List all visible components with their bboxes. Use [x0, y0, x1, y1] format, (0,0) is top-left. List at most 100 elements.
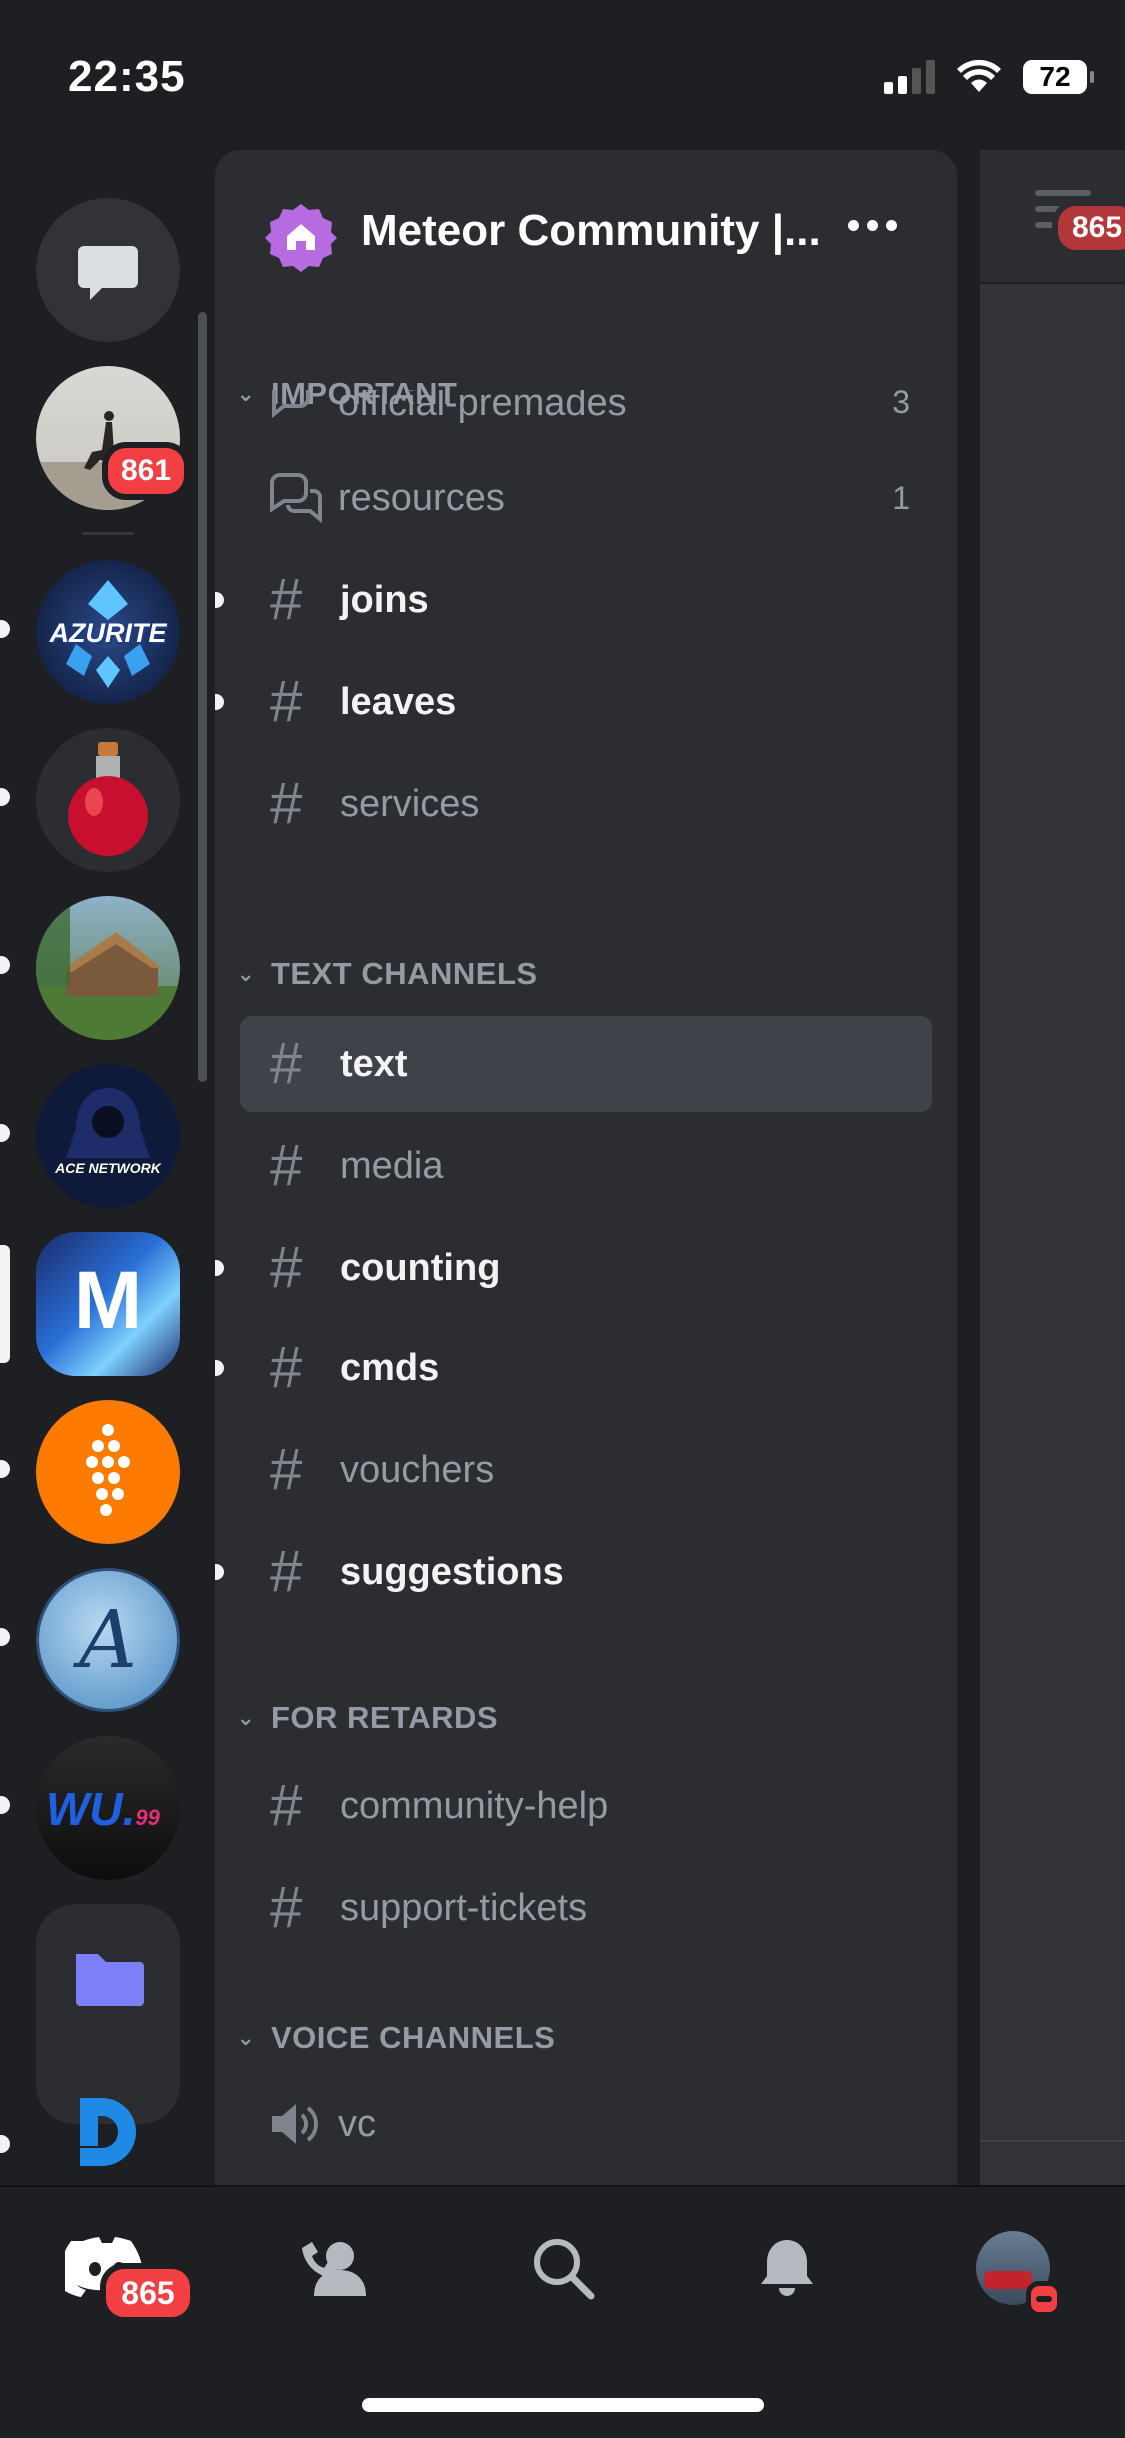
hash-icon: # — [270, 669, 303, 734]
dnd-status-icon — [1026, 2281, 1062, 2317]
server-ace-network[interactable]: ACE NETWORK — [36, 1064, 180, 1208]
channel-label: counting — [340, 1246, 501, 1289]
rail-scrollbar[interactable] — [198, 312, 207, 1082]
hash-icon: # — [270, 1437, 303, 1502]
battery-indicator: 72 — [1023, 60, 1094, 94]
channel-label: community-help — [340, 1784, 609, 1827]
chat-bubble-icon — [78, 246, 138, 300]
channel-label: text — [340, 1042, 408, 1085]
server-azurite[interactable]: AZURITE — [36, 560, 180, 704]
channel-label: vc — [338, 2102, 376, 2145]
hash-icon: # — [270, 1235, 303, 1300]
channel-joins[interactable]: # joins — [215, 552, 932, 648]
channel-count: 1 — [892, 479, 910, 516]
unread-indicator — [0, 1796, 10, 1814]
direct-messages-button[interactable] — [36, 198, 180, 342]
status-time: 22:35 — [68, 52, 186, 101]
server-meteor[interactable]: M — [36, 1232, 180, 1376]
unread-indicator — [0, 2135, 10, 2153]
server-unread-badge: 861 — [102, 442, 190, 500]
server-name[interactable]: Meteor Community |... — [361, 206, 821, 256]
hash-icon: # — [270, 771, 303, 836]
server-header[interactable]: Meteor Community |... — [215, 150, 957, 290]
channel-resources[interactable]: resources 1 — [240, 450, 932, 546]
channel-label: cmds — [340, 1346, 440, 1389]
channel-count: 3 — [892, 390, 910, 420]
search-icon — [534, 2239, 595, 2300]
channel-suggestions[interactable]: # suggestions — [215, 1524, 932, 1620]
wu-wordmark: WU.99 — [46, 1783, 160, 1835]
nav-friends-button[interactable] — [290, 2223, 380, 2313]
home-unread-badge: 865 — [100, 2263, 196, 2323]
channel-community-help[interactable]: # community-help — [240, 1758, 932, 1854]
channel-counting[interactable]: # counting — [215, 1220, 932, 1316]
home-indicator[interactable] — [362, 2398, 764, 2412]
hash-icon: # — [270, 1335, 303, 1400]
hooded-figure-icon — [66, 1088, 150, 1158]
nav-search-button[interactable] — [518, 2223, 608, 2313]
unread-dot — [215, 592, 224, 608]
server-cabin[interactable] — [36, 896, 180, 1040]
channel-label: official-premades — [338, 390, 627, 424]
nav-notifications-button[interactable] — [742, 2223, 832, 2313]
azurite-wordmark: AZURITE — [49, 618, 167, 648]
hash-icon: # — [270, 1539, 303, 1604]
server-potion[interactable] — [36, 728, 180, 872]
channel-vc[interactable]: vc — [240, 2076, 932, 2172]
hash-icon: # — [270, 1773, 303, 1838]
category-label: FOR RETARDS — [271, 1700, 499, 1735]
channel-label: support-tickets — [340, 1886, 588, 1929]
channel-label: vouchers — [340, 1448, 495, 1491]
unread-indicator — [0, 620, 10, 638]
channel-official-premades[interactable]: official-premades 3 — [240, 390, 932, 446]
a-logo: A — [79, 1593, 137, 1686]
channel-label: suggestions — [340, 1550, 564, 1593]
server-rail[interactable]: 861 AZURITE ACE NETWORK M A WU.99 — [0, 150, 215, 2185]
rail-divider — [82, 532, 134, 535]
chat-peek-header: 865 — [980, 150, 1125, 284]
channel-text[interactable]: # text — [240, 1016, 932, 1112]
channel-label: joins — [340, 578, 429, 621]
server-orange[interactable] — [36, 1400, 180, 1544]
channel-support-tickets[interactable]: # support-tickets — [240, 1860, 932, 1956]
category-voice-channels[interactable]: ⌄ VOICE CHANNELS — [231, 2016, 555, 2060]
category-label: TEXT CHANNELS — [271, 956, 538, 991]
forum-icon — [268, 473, 338, 523]
category-text-channels[interactable]: ⌄ TEXT CHANNELS — [231, 952, 538, 996]
hash-icon: # — [270, 1031, 303, 1096]
channel-services[interactable]: # services — [240, 756, 932, 852]
hash-icon: # — [270, 1133, 303, 1198]
friends-icon — [302, 2242, 366, 2296]
channel-leaves[interactable]: # leaves — [215, 654, 932, 750]
more-options-icon[interactable] — [848, 220, 897, 231]
channel-media[interactable]: # media — [240, 1118, 932, 1214]
cabin-landscape-icon — [36, 896, 180, 1040]
chevron-down-icon: ⌄ — [236, 1705, 256, 1730]
unread-indicator — [0, 1124, 10, 1142]
nav-profile-button[interactable] — [968, 2223, 1062, 2317]
channel-label: services — [340, 782, 480, 825]
server-a[interactable]: A — [36, 1568, 180, 1712]
unread-indicator — [0, 1628, 10, 1646]
category-for-retards[interactable]: ⌄ FOR RETARDS — [231, 1696, 498, 1740]
channel-label: leaves — [340, 680, 457, 723]
selected-server-indicator — [0, 1245, 10, 1363]
channel-label: media — [340, 1144, 444, 1187]
channel-cmds[interactable]: # cmds — [215, 1320, 932, 1416]
unread-dot — [215, 694, 224, 710]
meteor-logo: M — [73, 1255, 143, 1346]
unread-dot — [215, 1260, 224, 1276]
category-label: VOICE CHANNELS — [271, 2020, 556, 2055]
chat-peek[interactable]: 865 — [980, 150, 1125, 2185]
hash-icon: # — [270, 567, 303, 632]
channel-vouchers[interactable]: # vouchers — [240, 1422, 932, 1518]
wifi-icon — [957, 60, 1001, 92]
server-wu99[interactable]: WU.99 — [36, 1736, 180, 1880]
unread-dot — [215, 1564, 224, 1580]
status-bar: 22:35 72 — [0, 0, 1125, 150]
cellular-signal-icon — [884, 60, 935, 94]
channel-panel[interactable]: Meteor Community |... ⌄ IMPORTANT offici… — [215, 150, 957, 2185]
peek-unread-badge: 865 — [1052, 200, 1125, 256]
channel-label: resources — [338, 476, 505, 519]
chevron-down-icon: ⌄ — [236, 961, 256, 986]
